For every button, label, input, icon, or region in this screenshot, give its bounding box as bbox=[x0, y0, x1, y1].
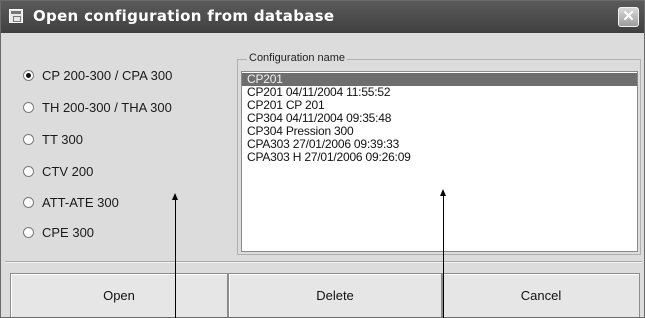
radio-button[interactable] bbox=[23, 133, 34, 145]
configuration-name-label: Configuration name bbox=[247, 52, 348, 64]
annotation-arrow-right bbox=[443, 195, 444, 318]
delete-button[interactable]: Delete bbox=[228, 273, 442, 317]
radio-option[interactable]: TT 300 bbox=[23, 130, 233, 148]
radio-label: ATT-ATE 300 bbox=[42, 194, 119, 210]
app-icon bbox=[9, 9, 23, 23]
radio-option[interactable]: CTV 200 bbox=[23, 162, 233, 180]
radio-option[interactable]: CP 200-300 / CPA 300 bbox=[23, 66, 233, 84]
radio-button[interactable] bbox=[23, 165, 34, 177]
configuration-list[interactable]: CP201 CP201 04/11/2004 11:55:52 CP201 CP… bbox=[241, 71, 638, 252]
annotation-arrow-left bbox=[175, 199, 176, 318]
title-bar[interactable]: Open configuration from database ✕ bbox=[1, 1, 644, 33]
open-button[interactable]: Open bbox=[10, 273, 228, 317]
radio-button[interactable] bbox=[23, 196, 34, 208]
cancel-button[interactable]: Cancel bbox=[442, 273, 640, 317]
radio-option[interactable]: ATT-ATE 300 bbox=[23, 193, 233, 211]
radio-label: TT 300 bbox=[42, 131, 83, 147]
close-button[interactable]: ✕ bbox=[618, 7, 639, 27]
radio-label: TH 200-300 / THA 300 bbox=[42, 99, 172, 115]
radio-button[interactable] bbox=[23, 101, 34, 113]
window-title: Open configuration from database bbox=[33, 7, 335, 25]
product-radio-group: CP 200-300 / CPA 300 TH 200-300 / THA 30… bbox=[13, 58, 238, 251]
close-icon: ✕ bbox=[622, 8, 635, 25]
radio-label: CPE 300 bbox=[42, 224, 95, 240]
radio-option[interactable]: CPE 300 bbox=[23, 223, 233, 241]
list-item[interactable]: CPA303 H 27/01/2006 09:26:09 bbox=[242, 151, 637, 164]
radio-button[interactable] bbox=[23, 226, 34, 238]
open-configuration-dialog: Open configuration from database ✕ CP 20… bbox=[0, 0, 645, 318]
radio-label: CP 200-300 / CPA 300 bbox=[42, 67, 173, 83]
radio-button[interactable] bbox=[23, 69, 34, 81]
radio-option[interactable]: TH 200-300 / THA 300 bbox=[23, 98, 233, 116]
divider-highlight bbox=[5, 262, 642, 263]
radio-label: CTV 200 bbox=[42, 163, 94, 179]
